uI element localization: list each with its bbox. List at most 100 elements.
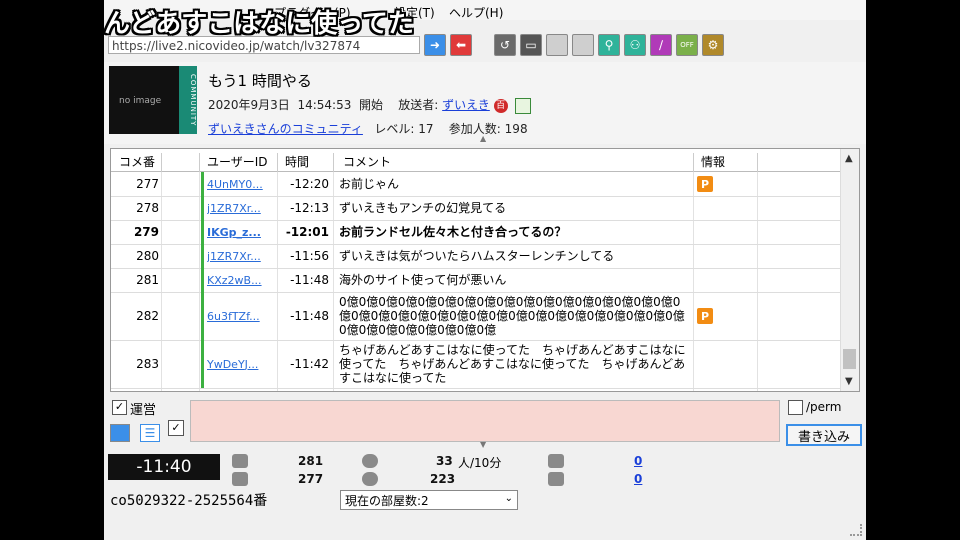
comment-number: 283 xyxy=(136,357,159,371)
wand-icon: ∕ xyxy=(658,38,664,52)
vertical-scrollbar[interactable]: ▲ ▼ xyxy=(840,149,859,391)
collapse-arrow-icon[interactable]: ▲ xyxy=(480,134,486,143)
perm-checkbox[interactable] xyxy=(788,400,803,415)
list-button[interactable]: ☰ xyxy=(140,424,160,442)
connect-button[interactable]: ➜ xyxy=(424,34,446,56)
window-button[interactable]: ▭ xyxy=(520,34,542,56)
window-icon: ▭ xyxy=(525,38,537,52)
comment-number: 282 xyxy=(136,309,159,323)
comment-time: -12:13 xyxy=(290,201,329,215)
perm-label: /perm xyxy=(806,400,842,414)
user-id-link[interactable]: KXz2wB... xyxy=(207,268,275,292)
ad-link[interactable]: 0 xyxy=(634,454,642,468)
undo-icon: ↺ xyxy=(499,38,511,52)
community-link[interactable]: ずいえきさんのコミュニティ xyxy=(208,122,363,136)
splitter-arrow-icon[interactable]: ▼ xyxy=(480,440,486,449)
comment-text: お前ランドセル佐々木と付き合ってるの？ xyxy=(339,225,567,239)
thumbnail-placeholder: no image xyxy=(119,96,162,106)
status-bar: -11:40 281 277 33 人/10分 223 0 0 co502932… xyxy=(104,450,866,540)
program-thumbnail: no image COMMUNITY xyxy=(109,66,197,134)
comment-number: 278 xyxy=(136,201,159,215)
scroll-down-icon[interactable]: ▼ xyxy=(845,376,853,387)
comment-time: -11:42 xyxy=(290,357,329,371)
disconnect-button[interactable]: ⬅ xyxy=(450,34,472,56)
comment-time: -12:01 xyxy=(285,225,329,239)
user-id-link[interactable]: YwDeYJ... xyxy=(207,340,275,388)
col-comment[interactable]: コメント xyxy=(343,153,391,170)
person-icon: ⚲ xyxy=(604,38,614,52)
col-info[interactable]: 情報 xyxy=(701,153,725,170)
scroll-thumb[interactable] xyxy=(843,349,856,369)
off-button[interactable]: OFF xyxy=(676,34,698,56)
program-title: もう1 時間やる xyxy=(208,72,312,90)
users-button[interactable]: ⚇ xyxy=(624,34,646,56)
comment-row[interactable]: 282 6u3fTZf... -11:48 0億0億0億0億0億0億0億0億0億0億0… xyxy=(111,292,841,341)
comment-row[interactable]: 279 IKGp_z... -12:01 お前ランドセル佐々木と付き合ってるの？ xyxy=(111,220,841,245)
comment-number: 279 xyxy=(133,225,159,239)
program-meta: 2020年9月3日 14:54:53 開始 放送者: ずいえき 百 xyxy=(208,96,532,114)
col-time[interactable]: 時間 xyxy=(285,153,309,170)
broadcaster-link[interactable]: ずいえき xyxy=(442,98,490,112)
color-button[interactable] xyxy=(110,424,130,442)
visitor-icon xyxy=(362,454,378,468)
col-number[interactable]: コメ番 xyxy=(119,153,155,170)
premium-badge-icon: P xyxy=(697,308,713,324)
program-header: no image COMMUNITY もう1 時間やる 2020年9月3日 14… xyxy=(104,62,866,144)
chevron-down-icon: ⌄ xyxy=(504,493,513,504)
comment-time: -11:48 xyxy=(290,309,329,323)
level-value: 17 xyxy=(418,122,434,136)
community-badge: COMMUNITY xyxy=(179,66,197,134)
undo-button[interactable]: ↺ xyxy=(494,34,516,56)
col-user-id[interactable]: ユーザーID xyxy=(207,153,268,170)
submit-button[interactable]: 書き込み xyxy=(786,424,862,446)
resize-grip-icon[interactable] xyxy=(850,524,862,536)
menu-help[interactable]: ヘルプ(H) xyxy=(449,4,503,21)
info-cell: P xyxy=(697,292,717,340)
comment-text: お前じゃん xyxy=(339,177,400,191)
arrow-right-icon: ➜ xyxy=(429,38,441,52)
user-color-bar xyxy=(201,172,204,196)
operator-checkbox[interactable]: ✓ xyxy=(112,400,127,415)
comment-row[interactable]: 283 YwDeYJ... -11:42 ちゃげあんどあすこはなに使ってた ちゃげあん… xyxy=(111,340,841,389)
comment-number: 280 xyxy=(136,249,159,263)
stream-caption-overlay: んどあすこはなに使ってた xyxy=(104,9,414,39)
viewers-label: 参加人数: xyxy=(448,122,501,136)
user-id-link[interactable]: 4UnMY0... xyxy=(207,172,275,196)
operator-label: 運営 xyxy=(130,403,157,418)
comment-time: -11:48 xyxy=(290,273,329,287)
bot-icon xyxy=(515,97,532,114)
room-count-select[interactable]: 現在の部屋数:2 ⌄ xyxy=(340,490,518,510)
program-start-time: 14:54:53 xyxy=(297,98,352,112)
comment-row[interactable]: 281 KXz2wB... -11:48 海外のサイト使って何が悪いん xyxy=(111,268,841,293)
info-cell: P xyxy=(697,172,717,196)
user-id-link[interactable]: j1ZR7Xr... xyxy=(207,244,275,268)
live-id: co5029322-2525564番 xyxy=(110,493,268,509)
disabled-button-1[interactable] xyxy=(546,34,568,56)
level-label: レベル: xyxy=(374,122,415,136)
user-color-bar xyxy=(201,340,204,388)
ad-icon xyxy=(548,454,564,468)
comment-row[interactable]: 278 j1ZR7Xr... -12:13 ずいえきもアンチの幻覚見てる xyxy=(111,196,841,221)
user-id-link[interactable]: IKGp_z... xyxy=(207,220,275,244)
settings-button[interactable]: ⚙ xyxy=(702,34,724,56)
user-id-link[interactable]: j1ZR7Xr... xyxy=(207,196,275,220)
gift-link[interactable]: 0 xyxy=(634,472,642,486)
disabled-button-2[interactable] xyxy=(572,34,594,56)
grid-header: コメ番 ユーザーID 時間 コメント 情報 xyxy=(111,149,841,175)
visitor-count: 33 xyxy=(436,454,453,468)
off-icon: OFF xyxy=(680,41,694,49)
visitor-unit: 人/10分 xyxy=(458,456,502,470)
comment-grid: コメ番 ユーザーID 時間 コメント 情報 277 4UnMY0... -12:20… xyxy=(110,148,860,392)
broadcaster-label: 放送者: xyxy=(398,98,439,112)
comment-viewer-window: プラグイン(P) 設定(T) ヘルプ(H) んどあすこはなに使ってた https… xyxy=(104,0,866,540)
option-checkbox[interactable]: ✓ xyxy=(168,420,184,436)
user-button[interactable]: ⚲ xyxy=(598,34,620,56)
ng-button[interactable]: ∕ xyxy=(650,34,672,56)
comment-row[interactable]: 277 4UnMY0... -12:20 お前じゃん P xyxy=(111,172,841,197)
scroll-up-icon[interactable]: ▲ xyxy=(845,153,853,164)
elapsed-time: -11:40 xyxy=(108,454,220,480)
user-id-link[interactable]: 6u3fTZf... xyxy=(207,292,275,340)
comment-row[interactable]: 280 j1ZR7Xr... -11:56 ずいえきは気がついたらハムスターレンチンし… xyxy=(111,244,841,269)
comment-input[interactable] xyxy=(190,400,780,442)
comment-time: -11:56 xyxy=(290,249,329,263)
